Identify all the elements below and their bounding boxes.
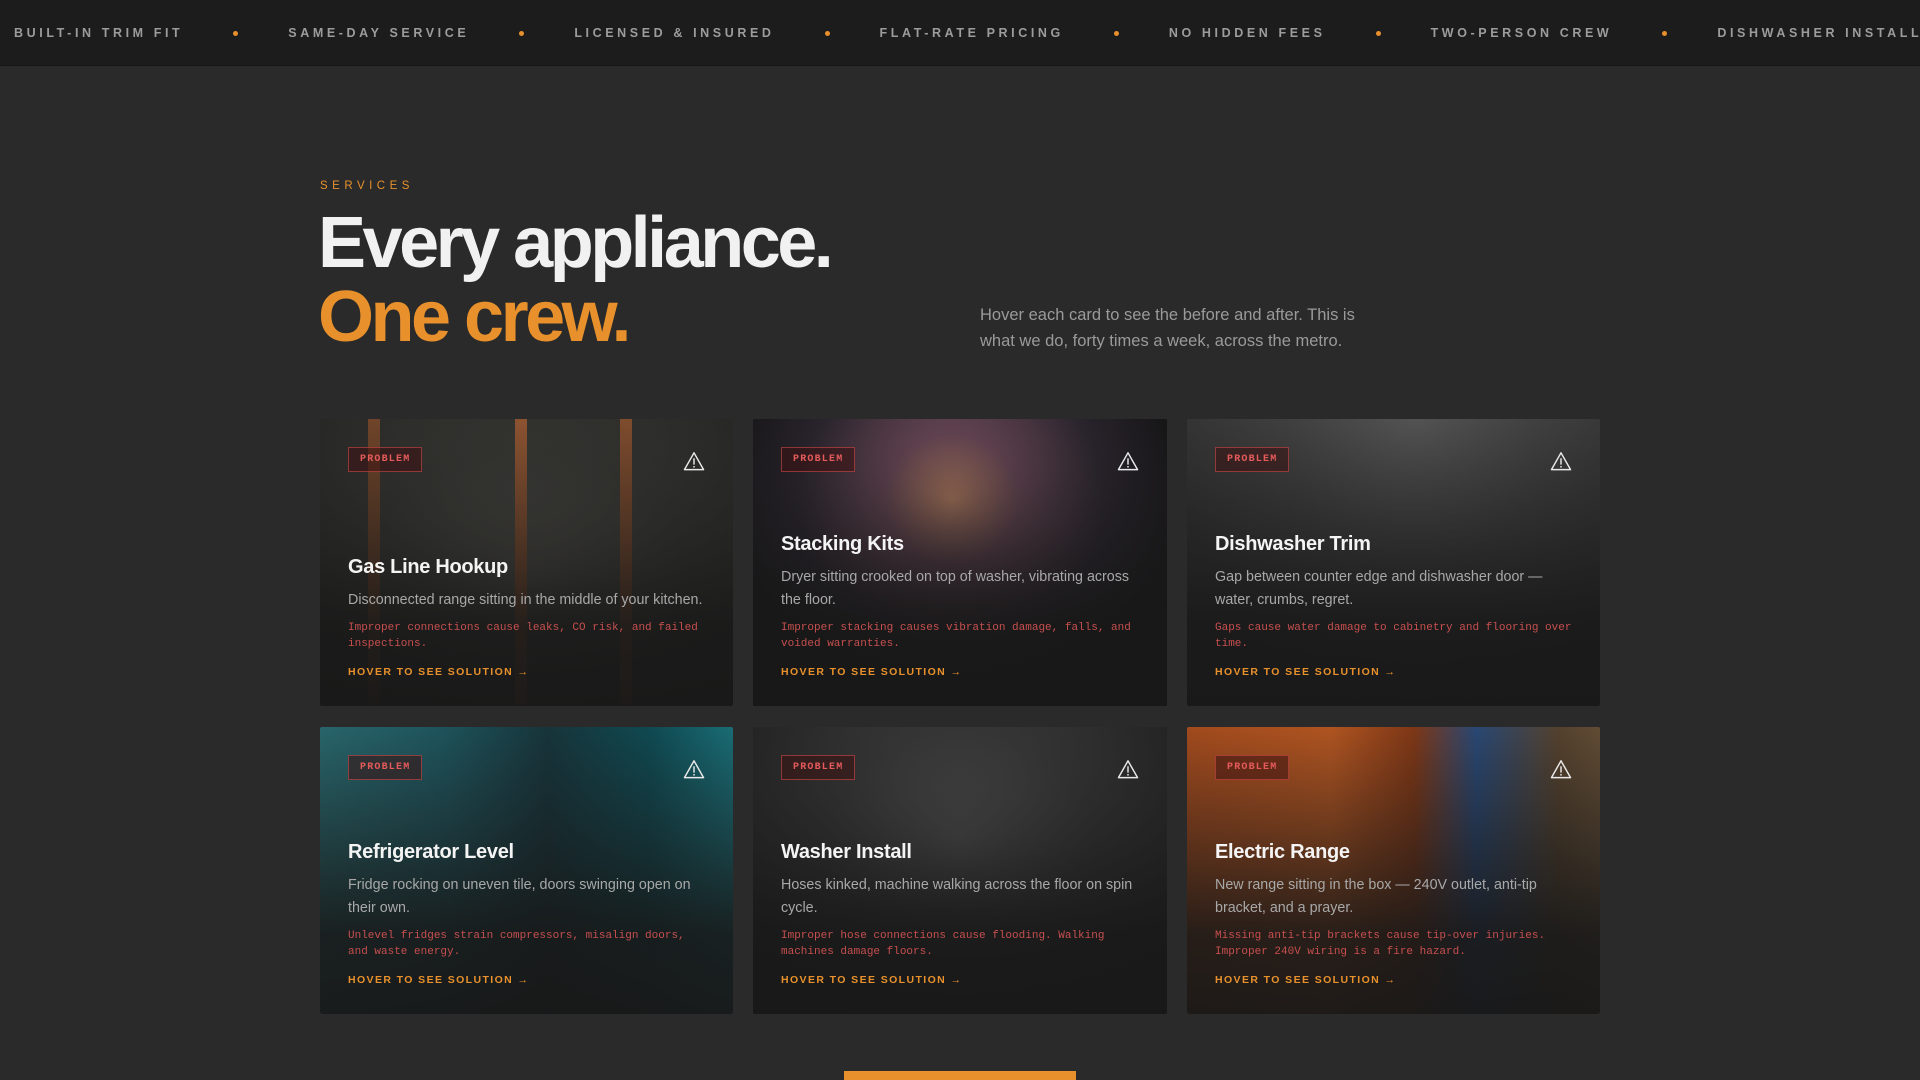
warning-icon <box>1550 452 1572 471</box>
card-body: Gas Line Hookup Disconnected range sitti… <box>348 556 705 678</box>
card-body: Electric Range New range sitting in the … <box>1215 841 1572 986</box>
feature-ticker: BUILT-IN TRIM FIT SAME-DAY SERVICE LICEN… <box>0 0 1920 66</box>
ticker-item: TWO-PERSON CREW <box>1430 26 1613 40</box>
card-title: Stacking Kits <box>781 533 904 555</box>
ticker-track: BUILT-IN TRIM FIT SAME-DAY SERVICE LICEN… <box>14 0 1920 65</box>
hover-solution-link[interactable]: HOVER TO SEE SOLUTION → <box>348 974 705 986</box>
hover-solution-link[interactable]: HOVER TO SEE SOLUTION → <box>348 666 705 678</box>
ticker-dot <box>1113 30 1119 36</box>
ticker-item: FLAT-RATE PRICING <box>879 26 1064 40</box>
problem-badge: PROBLEM <box>781 447 856 472</box>
ticker-item: DISHWASHER INSTALL <box>1717 26 1920 40</box>
ticker-dot <box>519 30 525 36</box>
warning-icon <box>683 760 705 779</box>
warning-icon <box>1117 760 1139 779</box>
card-body: Washer Install Hoses kinked, machine wal… <box>781 841 1139 986</box>
card-body: Refrigerator Level Fridge rocking on une… <box>348 841 705 986</box>
problem-badge: PROBLEM <box>781 755 856 780</box>
warning-icon <box>1117 452 1139 471</box>
ticker-dot <box>824 30 830 36</box>
card-description: Gap between counter edge and dishwasher … <box>1215 569 1543 608</box>
hover-solution-link[interactable]: HOVER TO SEE SOLUTION → <box>781 666 1139 678</box>
card-description: Disconnected range sitting in the middle… <box>348 592 703 608</box>
section-headline: Every appliance. One crew. <box>318 203 834 357</box>
card-title: Electric Range <box>1215 841 1350 863</box>
problem-badge: PROBLEM <box>348 755 423 780</box>
hover-solution-link[interactable]: HOVER TO SEE SOLUTION → <box>1215 974 1572 986</box>
service-card-dishwasher-trim[interactable]: PROBLEM Dishwasher Trim Gap between coun… <box>1187 419 1600 706</box>
card-title: Refrigerator Level <box>348 841 514 863</box>
card-title: Dishwasher Trim <box>1215 533 1371 555</box>
card-description: Hoses kinked, machine walking across the… <box>781 877 1133 916</box>
warning-icon <box>683 452 705 471</box>
problem-badge: PROBLEM <box>1215 755 1290 780</box>
service-card-electric-range[interactable]: PROBLEM Electric Range New range sitting… <box>1187 727 1600 1014</box>
hover-solution-link[interactable]: HOVER TO SEE SOLUTION → <box>1215 666 1572 678</box>
headline-line-2: One crew. <box>318 277 631 357</box>
ticker-item: BUILT-IN TRIM FIT <box>14 26 184 40</box>
card-risk-note: Improper connections cause leaks, CO ris… <box>348 622 698 650</box>
primary-cta-button[interactable] <box>844 1071 1076 1080</box>
services-grid: PROBLEM Gas Line Hookup Disconnected ran… <box>320 419 1600 1014</box>
problem-badge: PROBLEM <box>1215 447 1290 472</box>
service-card-washer-install[interactable]: PROBLEM Washer Install Hoses kinked, mac… <box>753 727 1167 1014</box>
card-risk-note: Gaps cause water damage to cabinetry and… <box>1215 622 1572 650</box>
warning-icon <box>1550 760 1572 779</box>
section-intro: Hover each card to see the before and af… <box>980 306 1355 350</box>
card-risk-note: Improper stacking causes vibration damag… <box>781 622 1131 650</box>
card-description: Fridge rocking on uneven tile, doors swi… <box>348 877 691 916</box>
card-body: Stacking Kits Dryer sitting crooked on t… <box>781 533 1139 678</box>
card-risk-note: Improper hose connections cause flooding… <box>781 930 1105 958</box>
section-eyebrow: SERVICES <box>320 180 414 192</box>
ticker-dot <box>1375 30 1381 36</box>
hover-solution-link[interactable]: HOVER TO SEE SOLUTION → <box>781 974 1139 986</box>
ticker-item: SAME-DAY SERVICE <box>288 26 470 40</box>
card-risk-note: Unlevel fridges strain compressors, misa… <box>348 930 685 958</box>
card-description: New range sitting in the box — 240V outl… <box>1215 877 1537 916</box>
ticker-item: NO HIDDEN FEES <box>1168 26 1326 40</box>
card-title: Gas Line Hookup <box>348 556 508 578</box>
ticker-dot <box>1662 30 1668 36</box>
card-title: Washer Install <box>781 841 912 863</box>
service-card-refrigerator-level[interactable]: PROBLEM Refrigerator Level Fridge rockin… <box>320 727 733 1014</box>
card-body: Dishwasher Trim Gap between counter edge… <box>1215 533 1572 678</box>
card-risk-note: Missing anti-tip brackets cause tip-over… <box>1215 930 1546 958</box>
headline-line-1: Every appliance. <box>318 203 834 283</box>
service-card-stacking-kits[interactable]: PROBLEM Stacking Kits Dryer sitting croo… <box>753 419 1167 706</box>
problem-badge: PROBLEM <box>348 447 423 472</box>
service-card-gas-line[interactable]: PROBLEM Gas Line Hookup Disconnected ran… <box>320 419 733 706</box>
ticker-item: LICENSED & INSURED <box>574 26 775 40</box>
ticker-dot <box>233 30 239 36</box>
card-description: Dryer sitting crooked on top of washer, … <box>781 569 1130 608</box>
